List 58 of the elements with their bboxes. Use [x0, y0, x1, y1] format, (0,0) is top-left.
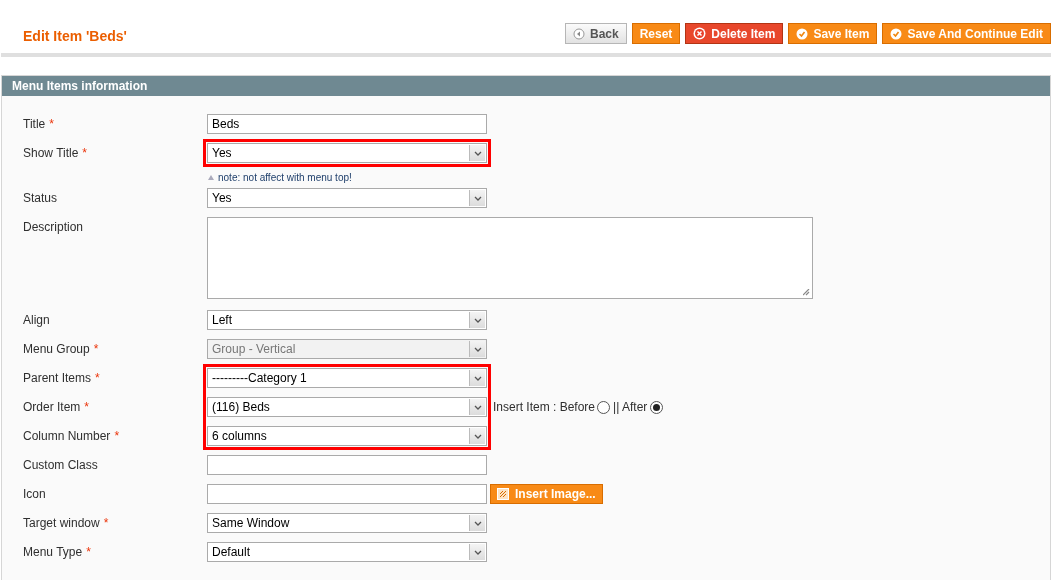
field-label: Description [23, 219, 84, 236]
field-label: Column Number [23, 428, 111, 445]
resize-grip-icon [803, 289, 810, 296]
select-field[interactable]: (116) Beds [207, 397, 487, 417]
chevron-down-icon [473, 195, 482, 201]
required-asterisk: * [82, 145, 88, 162]
chevron-down-icon [473, 375, 482, 381]
required-asterisk: * [103, 515, 109, 532]
field-label: Custom Class [23, 457, 98, 474]
select-field[interactable]: ---------Category 1 [207, 368, 487, 388]
triangle-icon [208, 174, 214, 180]
field-label: Show Title [23, 145, 79, 162]
chevron-down-icon [473, 520, 482, 526]
check-icon [890, 27, 903, 40]
back-icon [573, 27, 585, 40]
select-field[interactable]: Same Window [207, 513, 487, 533]
required-asterisk: * [114, 428, 120, 445]
radio-button[interactable] [650, 400, 664, 414]
field-label: Order Item [23, 399, 81, 416]
required-asterisk: * [49, 116, 54, 133]
select-field[interactable]: 6 columns [207, 426, 487, 446]
delete-button[interactable]: Delete Item [685, 23, 784, 44]
radio-button[interactable] [597, 400, 611, 414]
chevron-down-icon [473, 346, 482, 352]
required-asterisk: * [86, 544, 91, 561]
chevron-down-icon [473, 433, 482, 439]
input-field[interactable] [207, 455, 487, 475]
section-header: Menu Items information [2, 76, 1050, 96]
required-asterisk: * [93, 341, 99, 358]
field-label: Icon [23, 486, 46, 503]
input-field[interactable]: Beds [207, 114, 487, 134]
close-icon [693, 27, 707, 40]
field-label: Align [23, 312, 50, 329]
field-label: Target window [23, 515, 100, 532]
select-field[interactable]: Left [207, 310, 487, 330]
check-icon [796, 27, 809, 40]
insert-label: Insert Item : Before [493, 399, 596, 416]
field-note: note: not affect with menu top! [218, 170, 352, 185]
select-field[interactable]: Yes [207, 188, 487, 208]
required-asterisk: * [95, 370, 100, 387]
chevron-down-icon [473, 404, 482, 410]
select-field[interactable]: Yes [207, 143, 487, 163]
description-field[interactable] [207, 217, 813, 299]
field-label: Title [23, 116, 46, 133]
required-asterisk: * [84, 399, 90, 416]
input-field[interactable] [207, 484, 487, 504]
insert-label: || After [613, 399, 648, 416]
field-label: Menu Group [23, 341, 90, 358]
chevron-down-icon [473, 317, 482, 323]
chevron-down-icon [473, 549, 482, 555]
back-button[interactable]: Back [565, 23, 627, 44]
image-icon [497, 488, 509, 500]
page-title: Edit Item 'Beds' [23, 27, 127, 46]
select-field[interactable]: Default [207, 542, 487, 562]
field-label: Parent Items [23, 370, 92, 387]
field-label: Status [23, 190, 58, 207]
chevron-down-icon [473, 150, 482, 156]
field-label: Menu Type [23, 544, 83, 561]
